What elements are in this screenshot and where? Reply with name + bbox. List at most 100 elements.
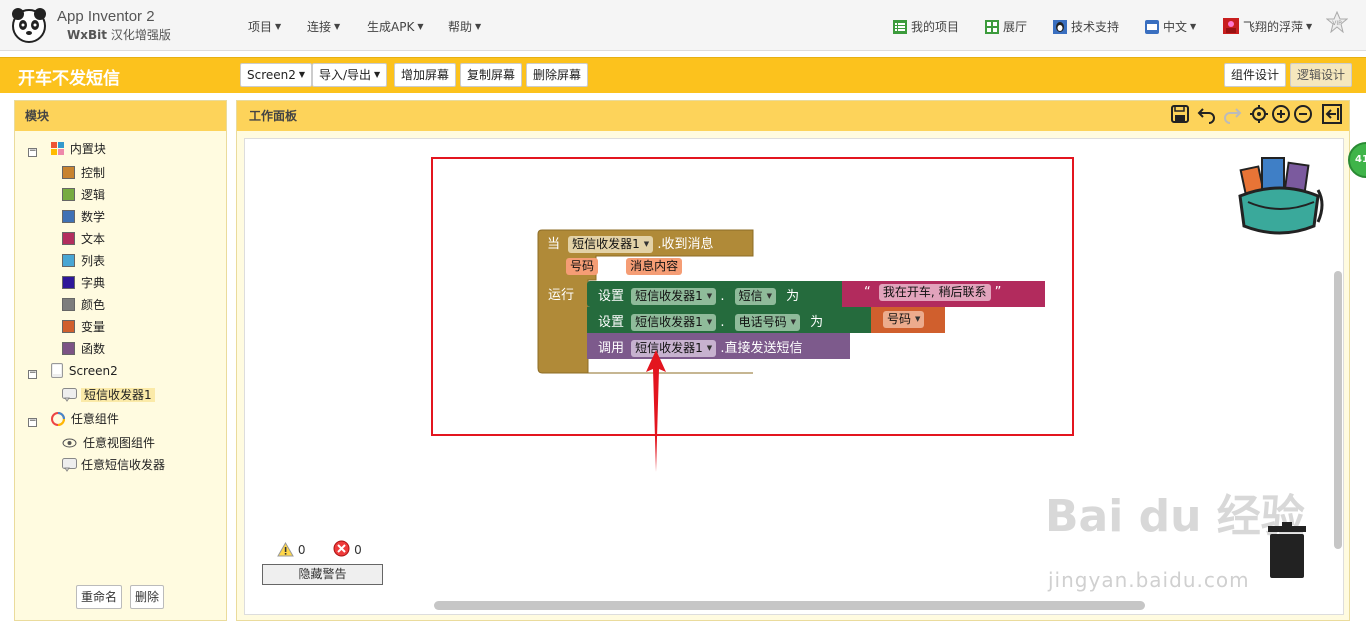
tree-builtin-label: 内置块: [69, 142, 106, 156]
language-label: 中文: [1163, 20, 1188, 34]
tree-any-sms[interactable]: 任意短信收发器: [62, 455, 165, 475]
save-icon[interactable]: [1170, 104, 1190, 124]
top-navbar: App Inventor 2 WxBit 汉化增强版 项目 ▼ 连接 ▼ 生成APK…: [0, 0, 1366, 51]
gallery-label: 展厅: [1003, 20, 1028, 34]
my-projects-link[interactable]: 我的项目: [893, 18, 959, 35]
trash-icon[interactable]: [1266, 522, 1308, 580]
tree-any-view[interactable]: 任意视图组件: [62, 433, 155, 453]
support-link[interactable]: 技术支持: [1053, 18, 1119, 35]
designer-button[interactable]: 组件设计: [1224, 63, 1287, 87]
backpack-icon[interactable]: [1234, 150, 1326, 236]
menu-build-label: 生成APK: [367, 20, 415, 34]
list-icon: [893, 20, 907, 34]
horizontal-scrollbar[interactable]: [434, 601, 1145, 610]
category-label: 颜色: [81, 298, 106, 312]
tree-any-view-label: 任意视图组件: [83, 436, 156, 450]
collapse-icon[interactable]: −: [28, 417, 37, 427]
count-badge[interactable]: 41: [1348, 142, 1366, 178]
collapse-icon[interactable]: −: [28, 369, 37, 379]
zoom-in-icon[interactable]: [1271, 104, 1291, 124]
category-item[interactable]: 颜色: [62, 295, 105, 315]
tree-any-component[interactable]: − 任意组件: [28, 409, 119, 429]
hide-warnings-button[interactable]: 隐藏警告: [262, 564, 383, 585]
category-item[interactable]: 函数: [62, 339, 105, 359]
builtin-blocks-icon: [50, 142, 64, 155]
tree-builtin[interactable]: − 内置块: [28, 139, 106, 159]
zoom-out-icon[interactable]: [1293, 104, 1313, 124]
chevron-down-icon: ▼: [334, 22, 341, 31]
tree-any-label: 任意组件: [70, 412, 119, 426]
menu-connect[interactable]: 连接 ▼: [307, 18, 340, 35]
category-label: 文本: [81, 232, 106, 246]
color-swatch: [62, 188, 75, 201]
app-sub-brand: WxBit: [67, 28, 107, 42]
category-item[interactable]: 逻辑: [62, 185, 105, 205]
chevron-down-icon: ▼: [275, 22, 282, 31]
menu-project[interactable]: 项目 ▼: [248, 18, 281, 35]
error-count: 0: [354, 543, 362, 557]
vip-star-icon[interactable]: VIP: [1326, 11, 1348, 33]
app-sub-text: 汉化增强版: [110, 28, 171, 42]
menu-help-label: 帮助: [448, 20, 473, 34]
tree-screen-label: Screen2: [68, 364, 118, 378]
tree-component-label: 短信收发器1: [81, 388, 155, 402]
warning-icon[interactable]: [277, 541, 294, 557]
any-component-icon: [50, 412, 65, 426]
avatar: [1223, 18, 1239, 34]
tree-component-sms[interactable]: 短信收发器1: [62, 385, 155, 405]
collapse-icon[interactable]: −: [28, 147, 37, 157]
category-label: 函数: [81, 342, 106, 356]
watermark-url: jingyan.baidu.com: [1048, 568, 1250, 592]
vip-label: VIP: [1332, 20, 1342, 27]
chevron-down-icon: ▼: [1190, 22, 1197, 31]
app-title: App Inventor 2: [57, 8, 155, 25]
screen-select[interactable]: Screen2 ▼: [240, 63, 313, 87]
warning-count: 0: [297, 543, 306, 557]
category-item[interactable]: 变量: [62, 317, 105, 337]
chevron-down-icon: ▼: [475, 22, 482, 31]
category-item[interactable]: 控制: [62, 163, 105, 183]
grid-icon: [985, 20, 999, 34]
language-menu[interactable]: 中文 ▼: [1145, 18, 1196, 35]
category-item[interactable]: 列表: [62, 251, 105, 271]
undo-icon[interactable]: [1197, 104, 1217, 124]
blocks-button[interactable]: 逻辑设计: [1290, 63, 1353, 87]
arrow-up-icon: [646, 350, 666, 472]
add-screen-button[interactable]: 增加屏幕: [394, 63, 457, 87]
chevron-down-icon: ▼: [1306, 22, 1313, 31]
qq-penguin-icon: [1053, 20, 1067, 34]
rename-button[interactable]: 重命名: [76, 585, 123, 609]
import-export-button[interactable]: 导入/导出 ▼: [312, 63, 388, 87]
category-item[interactable]: 数学: [62, 207, 105, 227]
copy-screen-button[interactable]: 复制屏幕: [460, 63, 523, 87]
collapse-panel-icon[interactable]: [1322, 104, 1342, 124]
warning-indicators: 0 0: [277, 540, 362, 557]
gallery-link[interactable]: 展厅: [985, 18, 1027, 35]
project-toolbar: 开车不发短信 Screen2 ▼ 导入/导出 ▼ 增加屏幕 复制屏幕 删除屏幕 组件…: [0, 57, 1366, 93]
category-label: 数学: [81, 210, 106, 224]
category-item[interactable]: 文本: [62, 229, 105, 249]
delete-screen-button[interactable]: 删除屏幕: [526, 63, 589, 87]
language-icon: [1145, 20, 1159, 34]
category-label: 字典: [81, 276, 106, 290]
error-icon[interactable]: [333, 540, 350, 557]
user-label: 飞翔的浮萍: [1243, 20, 1304, 34]
category-label: 逻辑: [81, 188, 106, 202]
screen-select-label: Screen2: [247, 68, 296, 82]
project-name: 开车不发短信: [18, 69, 120, 89]
tree-screen[interactable]: − Screen2: [28, 361, 118, 381]
support-label: 技术支持: [1071, 20, 1120, 34]
vertical-scrollbar[interactable]: [1334, 271, 1342, 549]
menu-help[interactable]: 帮助 ▼: [448, 18, 481, 35]
category-item[interactable]: 字典: [62, 273, 105, 293]
center-target-icon[interactable]: [1249, 104, 1269, 124]
eye-icon: [62, 438, 77, 448]
redo-icon[interactable]: [1222, 104, 1242, 124]
menu-project-label: 项目: [248, 20, 273, 34]
delete-button[interactable]: 删除: [130, 585, 165, 609]
user-menu[interactable]: 飞翔的浮萍 ▼: [1223, 18, 1312, 35]
menu-build-apk[interactable]: 生成APK ▼: [367, 18, 423, 35]
menu-connect-label: 连接: [307, 20, 332, 34]
panda-logo-icon[interactable]: [10, 6, 48, 44]
color-swatch: [62, 298, 75, 311]
